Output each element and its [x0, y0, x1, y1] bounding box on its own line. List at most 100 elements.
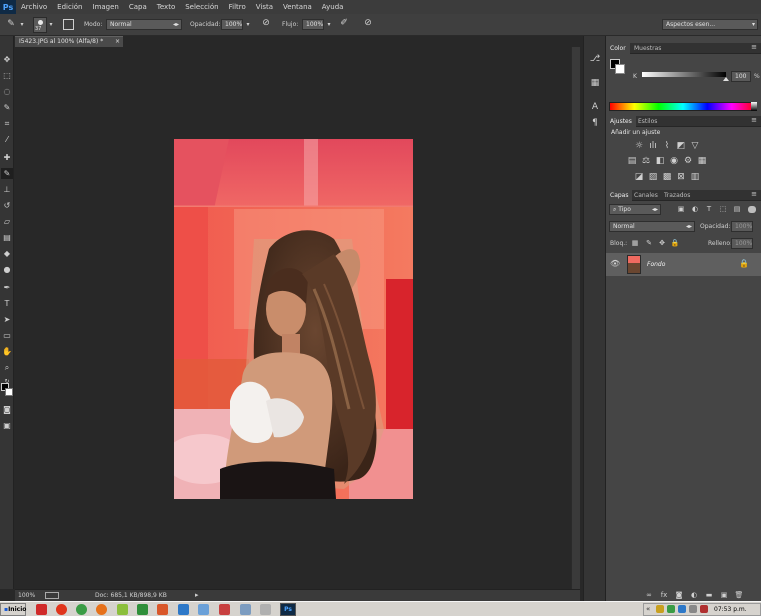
- zoom-tool-icon[interactable]: ⌕: [1, 362, 13, 373]
- tab-canales[interactable]: Canales: [630, 190, 662, 201]
- tray-icon-2[interactable]: [667, 605, 675, 613]
- document-tab[interactable]: I5423.JPG al 100% (Alfa/8) * ×: [15, 36, 123, 47]
- eye-visibility-icon[interactable]: 👁: [610, 259, 620, 269]
- lock-transparent-icon[interactable]: ▦: [630, 238, 640, 248]
- menu-edicion[interactable]: Edición: [52, 3, 87, 11]
- paragraph-panel-icon[interactable]: ¶: [589, 118, 601, 128]
- brush-preset-chevron-icon[interactable]: ▾: [48, 20, 54, 30]
- hue-adjust-icon[interactable]: ▤: [627, 156, 637, 166]
- menu-ayuda[interactable]: Ayuda: [317, 3, 349, 11]
- adjust-filter-icon[interactable]: ◐: [690, 204, 700, 214]
- app-icon-1[interactable]: [36, 604, 47, 615]
- menu-texto[interactable]: Texto: [152, 3, 180, 11]
- gradient-tool-icon[interactable]: ▤: [1, 232, 13, 243]
- healing-brush-tool-icon[interactable]: ✚: [1, 152, 13, 163]
- volume-icon[interactable]: [689, 605, 697, 613]
- app-icon-11[interactable]: [240, 604, 251, 615]
- menu-filtro[interactable]: Filtro: [224, 3, 251, 11]
- hand-tool-icon[interactable]: ✋: [1, 346, 13, 357]
- tab-ajustes[interactable]: Ajustes: [606, 116, 636, 127]
- posterize-adjust-icon[interactable]: ▨: [648, 172, 658, 182]
- type-tool-icon[interactable]: T: [1, 298, 13, 309]
- delete-layer-icon[interactable]: 🗑: [734, 590, 744, 600]
- path-selection-tool-icon[interactable]: ➤: [1, 314, 13, 325]
- filter-toggle[interactable]: [748, 206, 756, 213]
- rectangle-tool-icon[interactable]: ▭: [1, 330, 13, 341]
- fill-input[interactable]: 100%: [731, 238, 753, 249]
- app-icon-7[interactable]: [157, 604, 168, 615]
- panel-menu-icon[interactable]: ≡: [751, 190, 757, 198]
- invert-adjust-icon[interactable]: ◪: [634, 172, 644, 182]
- tray-icon-3[interactable]: [678, 605, 686, 613]
- slider-thumb-icon[interactable]: [723, 77, 729, 81]
- lock-position-icon[interactable]: ✥: [657, 238, 667, 248]
- quick-selection-tool-icon[interactable]: ✎: [1, 102, 13, 113]
- firefox-icon[interactable]: [96, 604, 107, 615]
- eraser-tool-icon[interactable]: ▱: [1, 216, 13, 227]
- properties-panel-icon[interactable]: ▦: [589, 78, 601, 88]
- exposure-adjust-icon[interactable]: ◩: [676, 141, 686, 151]
- app-icon-12[interactable]: [260, 604, 271, 615]
- layer-filter-select[interactable]: ⌕ Tipo ◂▸: [609, 204, 661, 215]
- flujo-chevron-icon[interactable]: ▾: [325, 20, 333, 30]
- start-button[interactable]: ▪Inicio: [0, 603, 26, 616]
- app-icon-9[interactable]: [198, 604, 209, 615]
- history-panel-icon[interactable]: ⎇: [589, 54, 601, 64]
- tray-icon-1[interactable]: [656, 605, 664, 613]
- black-white-adjust-icon[interactable]: ◧: [655, 156, 665, 166]
- layer-row[interactable]: 👁 Fondo 🔒: [606, 253, 761, 276]
- dodge-tool-icon[interactable]: ●: [1, 264, 13, 275]
- clone-stamp-tool-icon[interactable]: ⊥: [1, 184, 13, 195]
- color-lookup-adjust-icon[interactable]: ▦: [697, 156, 707, 166]
- photo-filter-adjust-icon[interactable]: ◉: [669, 156, 679, 166]
- fx-icon[interactable]: fx: [659, 590, 669, 600]
- workspace-select[interactable]: Aspectos esen... ▾: [662, 19, 758, 30]
- brush-tool-icon[interactable]: ✎: [1, 168, 13, 179]
- levels-adjust-icon[interactable]: ılı: [648, 141, 658, 151]
- airbrush-icon[interactable]: ✐: [338, 18, 350, 28]
- brush-tool-icon[interactable]: ✎: [4, 19, 18, 29]
- vibrance-adjust-icon[interactable]: ▽: [690, 141, 700, 151]
- pressure-opacity-icon[interactable]: ⊘: [260, 18, 272, 28]
- brush-panel-toggle-icon[interactable]: [63, 19, 74, 30]
- color-background-swatch[interactable]: [615, 64, 625, 74]
- history-brush-tool-icon[interactable]: ↺: [1, 200, 13, 211]
- status-menu-arrow-icon[interactable]: ▸: [195, 591, 199, 599]
- tab-muestras[interactable]: Muestras: [630, 43, 665, 54]
- new-group-icon[interactable]: ▬: [704, 590, 714, 600]
- tool-preset-chevron-icon[interactable]: ▾: [19, 20, 25, 30]
- blend-mode-select[interactable]: Normal ◂▸: [609, 221, 695, 232]
- marquee-tool-icon[interactable]: ⬚: [1, 70, 13, 81]
- color-balance-adjust-icon[interactable]: ⚖: [641, 156, 651, 166]
- menu-seleccion[interactable]: Selección: [180, 3, 223, 11]
- lock-all-icon[interactable]: 🔒: [670, 238, 680, 248]
- quick-mask-icon[interactable]: ◙: [1, 404, 13, 415]
- move-tool-icon[interactable]: ✥: [1, 54, 13, 65]
- opera-icon[interactable]: [56, 604, 67, 615]
- app-icon-10[interactable]: [219, 604, 230, 615]
- black-white-ramp[interactable]: [751, 102, 757, 111]
- flujo-input[interactable]: 100%: [302, 19, 324, 30]
- smart-filter-icon[interactable]: ▤: [732, 204, 742, 214]
- layer-name[interactable]: Fondo: [647, 261, 665, 268]
- k-value-input[interactable]: 100: [731, 71, 751, 82]
- curves-adjust-icon[interactable]: ⌇: [662, 141, 672, 151]
- k-slider[interactable]: [642, 72, 726, 77]
- shape-filter-icon[interactable]: ⬚: [718, 204, 728, 214]
- new-layer-icon[interactable]: ▣: [719, 590, 729, 600]
- link-layers-icon[interactable]: ∞: [644, 590, 654, 600]
- menu-archivo[interactable]: Archivo: [16, 3, 52, 11]
- pen-tool-icon[interactable]: ✒: [1, 282, 13, 293]
- close-icon[interactable]: ×: [115, 37, 120, 47]
- screen-mode-icon[interactable]: ▣: [1, 420, 13, 431]
- clock[interactable]: 07:53 p.m.: [714, 606, 747, 613]
- character-panel-icon[interactable]: A: [589, 102, 601, 112]
- pixel-filter-icon[interactable]: ▣: [676, 204, 686, 214]
- opacidad-input[interactable]: 100%: [221, 19, 243, 30]
- menu-ventana[interactable]: Ventana: [278, 3, 317, 11]
- tray-icon-5[interactable]: [700, 605, 708, 613]
- menu-imagen[interactable]: Imagen: [88, 3, 124, 11]
- photoshop-taskbar-button[interactable]: Ps: [280, 603, 296, 616]
- opacidad-chevron-icon[interactable]: ▾: [244, 20, 252, 30]
- tray-arrow-icon[interactable]: «: [646, 605, 650, 613]
